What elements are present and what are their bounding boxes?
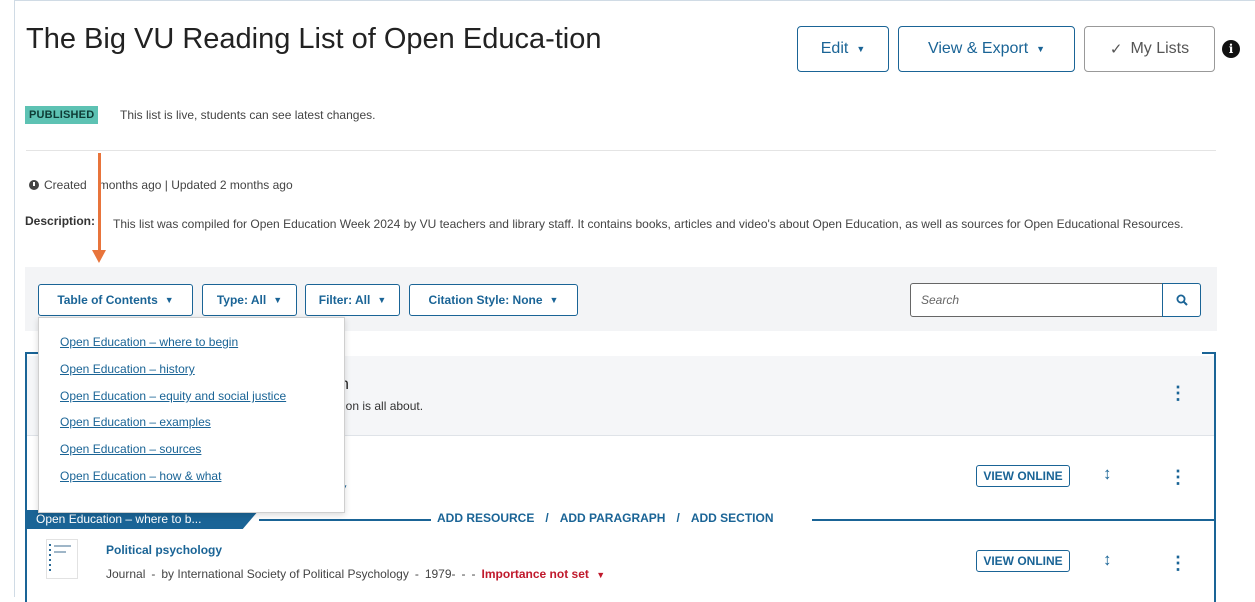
separator: - (461, 567, 466, 581)
chevron-down-icon: ▼ (273, 295, 283, 305)
chevron-down-icon: ▼ (164, 295, 174, 305)
section-divider-line (259, 519, 431, 521)
created-updated-text: months ago | Updated 2 months ago (98, 178, 293, 192)
add-paragraph-link[interactable]: ADD PARAGRAPH (560, 511, 666, 525)
resource-meta: Journal - by International Society of Po… (106, 567, 605, 581)
type-filter-button[interactable]: Type: All ▼ (202, 284, 297, 316)
edit-button-label: Edit (820, 40, 849, 57)
section-frame-corner (1202, 352, 1216, 354)
page-frame-left (14, 0, 15, 597)
separator: / (545, 511, 549, 525)
annotation-arrow-head (92, 250, 106, 263)
citation-style-button[interactable]: Citation Style: None ▼ (409, 284, 578, 316)
view-online-button[interactable]: VIEW ONLINE (976, 550, 1070, 572)
filter-label: Filter: All (318, 293, 371, 307)
my-lists-button[interactable]: ✓ My Lists (1084, 26, 1215, 72)
importance-label: Importance not set (481, 567, 589, 581)
search-input[interactable] (910, 283, 1163, 317)
status-text: This list is live, students can see late… (120, 108, 376, 122)
table-of-contents-label: Table of Contents (57, 293, 158, 307)
more-vertical-icon[interactable]: ⋮ (1169, 384, 1187, 402)
page-frame-top (14, 0, 1255, 1)
table-of-contents-menu: Open Education – where to begin Open Edu… (38, 317, 345, 513)
info-icon[interactable]: i (1222, 40, 1240, 58)
toc-menu-item[interactable]: Open Education – history (60, 362, 195, 376)
chevron-down-icon: ▼ (549, 295, 559, 305)
resource-title-link[interactable]: Political psychology (106, 543, 222, 557)
table-of-contents-button[interactable]: Table of Contents ▼ (38, 284, 193, 316)
more-vertical-icon[interactable]: ⋮ (1169, 468, 1187, 486)
resource-author: by International Society of Political Ps… (161, 567, 409, 581)
created-label: Created (44, 178, 87, 192)
status-badge: PUBLISHED (25, 106, 99, 124)
separator: / (676, 511, 680, 525)
section-frame-corner (25, 352, 39, 354)
resource-type: Journal (106, 567, 146, 581)
vertical-move-icon[interactable]: ↕ (1103, 550, 1112, 570)
page-title: The Big VU Reading List of Open Educa-ti… (26, 23, 602, 55)
search-icon (1176, 294, 1188, 306)
type-filter-label: Type: All (216, 293, 267, 307)
separator: - (471, 567, 476, 581)
add-actions-bar: ADD RESOURCE / ADD PARAGRAPH / ADD SECTI… (437, 511, 773, 525)
separator: - (414, 567, 419, 581)
chevron-down-icon: ▼ (377, 295, 387, 305)
list-metadata: Created months ago | Updated 2 months ag… (29, 178, 293, 192)
add-resource-link[interactable]: ADD RESOURCE (437, 511, 534, 525)
view-online-button[interactable]: VIEW ONLINE (976, 465, 1070, 487)
edit-button[interactable]: Edit ▼ (797, 26, 889, 72)
check-icon: ✓ (1109, 41, 1123, 58)
divider (26, 150, 1216, 151)
search-button[interactable] (1162, 283, 1201, 317)
chevron-down-icon: ▼ (596, 570, 606, 580)
description-text: This list was compiled for Open Educatio… (113, 217, 1184, 231)
importance-dropdown[interactable]: Importance not set ▼ (482, 567, 606, 581)
toc-menu-item[interactable]: Open Education – how & what (60, 469, 221, 483)
toc-menu-item[interactable]: Open Education – examples (60, 415, 211, 429)
separator: - (151, 567, 156, 581)
document-icon (47, 540, 77, 578)
chevron-down-icon: ▼ (1036, 44, 1046, 54)
toc-menu-item[interactable]: Open Education – sources (60, 442, 201, 456)
my-lists-button-label: My Lists (1130, 40, 1190, 57)
view-export-button[interactable]: View & Export ▼ (898, 26, 1075, 72)
description-label: Description: (25, 214, 96, 228)
toc-menu-item[interactable]: Open Education – equity and social justi… (60, 389, 286, 403)
add-section-link[interactable]: ADD SECTION (691, 511, 774, 525)
toc-menu-item[interactable]: Open Education – where to begin (60, 335, 238, 349)
vertical-move-icon[interactable]: ↕ (1103, 464, 1112, 484)
citation-style-label: Citation Style: None (428, 293, 543, 307)
resource-year: 1979- (424, 567, 456, 581)
paragraph-text: ition is all about. (337, 399, 424, 413)
filter-button[interactable]: Filter: All ▼ (305, 284, 400, 316)
more-vertical-icon[interactable]: ⋮ (1169, 554, 1187, 572)
chevron-down-icon: ▼ (856, 44, 866, 54)
annotation-arrow (98, 153, 101, 253)
clock-icon (29, 180, 39, 190)
view-export-button-label: View & Export (927, 40, 1029, 57)
section-divider-line (812, 519, 1214, 521)
